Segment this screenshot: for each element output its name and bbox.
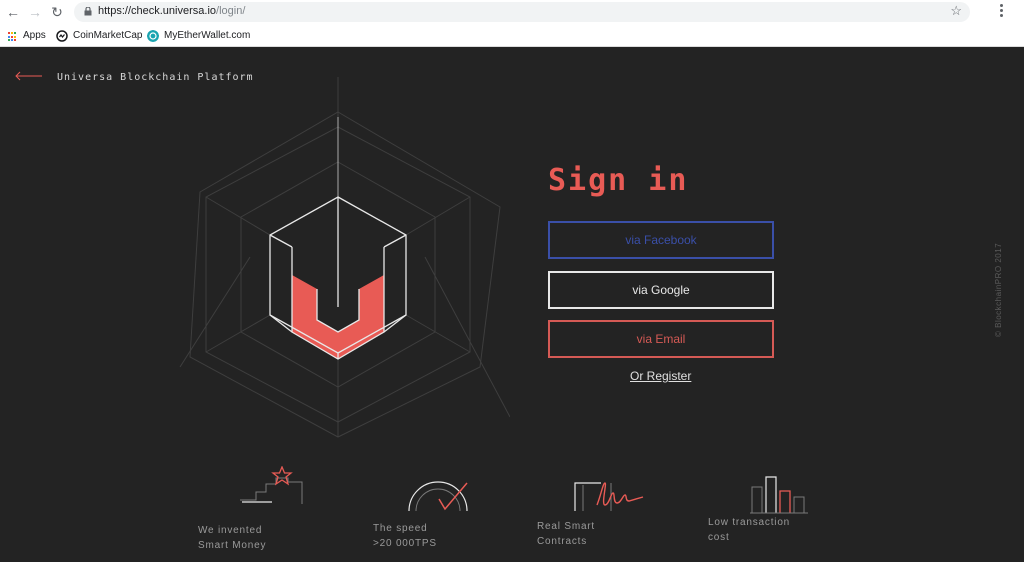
reload-icon[interactable]: ↻ bbox=[48, 3, 66, 21]
forward-arrow-icon[interactable]: → bbox=[26, 3, 44, 21]
register-link[interactable]: Or Register bbox=[630, 369, 691, 383]
back-arrow-icon[interactable]: ← bbox=[4, 3, 22, 21]
browser-menu-icon[interactable] bbox=[1000, 4, 1004, 20]
bookmark-myetherwallet[interactable]: MyEtherWallet.com bbox=[147, 28, 250, 44]
browser-chrome: ← → ↻ https://check.universa.io/login/ ☆… bbox=[0, 0, 1024, 47]
universa-logo-illustration bbox=[179, 77, 510, 438]
browser-toolbar: ← → ↻ https://check.universa.io/login/ ☆ bbox=[0, 0, 1024, 24]
feature-line1: We invented bbox=[198, 525, 263, 536]
feature-line2: Contracts bbox=[537, 536, 587, 547]
feature-line1: Real Smart bbox=[537, 521, 596, 532]
apps-grid-icon bbox=[8, 32, 18, 42]
signature-icon bbox=[574, 482, 644, 511]
myetherwallet-icon bbox=[147, 30, 159, 42]
stairs-star-icon bbox=[240, 466, 303, 504]
bookmark-coinmarketcap[interactable]: CoinMarketCap bbox=[56, 28, 142, 44]
speedometer-icon bbox=[408, 481, 468, 512]
address-bar[interactable]: https://check.universa.io/login/ ☆ bbox=[74, 2, 970, 22]
facebook-login-button[interactable]: via Facebook bbox=[548, 221, 774, 259]
coinmarketcap-icon bbox=[56, 30, 68, 42]
bookmark-star-icon[interactable]: ☆ bbox=[950, 3, 962, 19]
arrow-left-icon[interactable] bbox=[14, 71, 44, 81]
copyright-text: © BlockchainPRO 2017 bbox=[994, 242, 1003, 337]
google-login-button[interactable]: via Google bbox=[548, 271, 774, 309]
feature-line1: The speed bbox=[373, 523, 428, 534]
feature-line1: Low transaction bbox=[708, 517, 791, 528]
feature-line2: Smart Money bbox=[198, 540, 267, 551]
url-text: https://check.universa.io/login/ bbox=[98, 5, 246, 17]
sign-in-title: Sign in bbox=[548, 163, 689, 198]
login-page: Universa Blockchain Platform Sign in via… bbox=[0, 47, 1024, 562]
lock-icon bbox=[84, 7, 92, 16]
feature-line2: cost bbox=[708, 532, 730, 543]
bookmarks-bar: Apps CoinMarketCap MyEtherWallet.com bbox=[0, 25, 1024, 46]
feature-line2: >20 000TPS bbox=[373, 538, 437, 549]
email-login-button[interactable]: via Email bbox=[548, 320, 774, 358]
bookmark-apps[interactable]: Apps bbox=[8, 28, 46, 44]
bar-graph-icon bbox=[750, 476, 808, 514]
